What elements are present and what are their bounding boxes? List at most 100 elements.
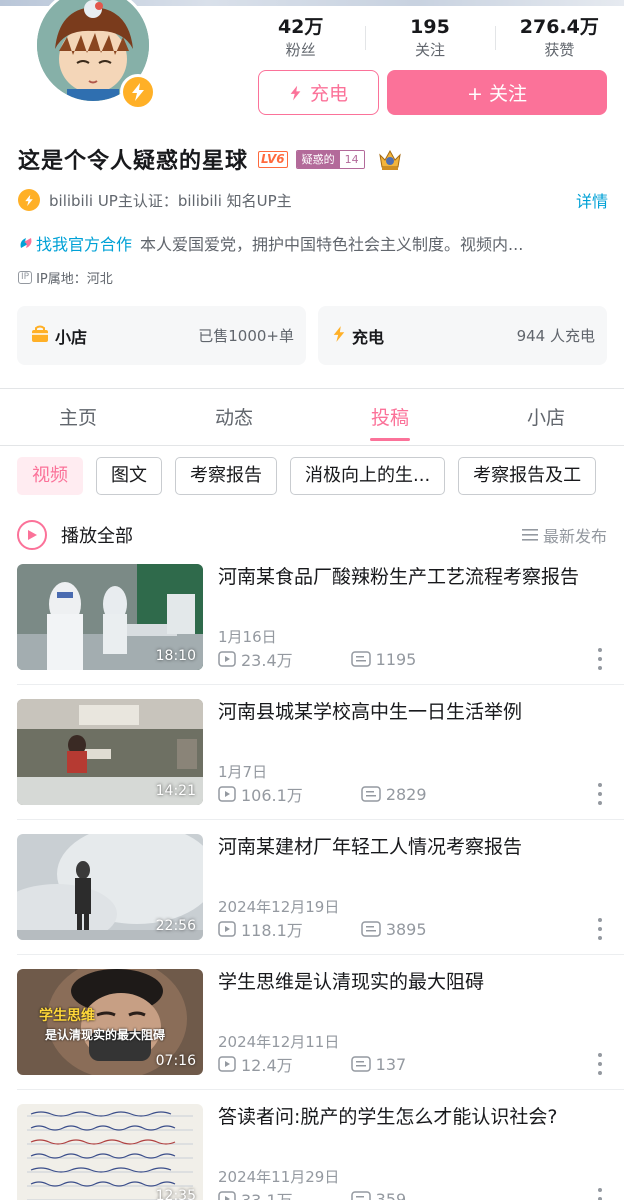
profile-name-row: 这是个令人疑惑的星球 LV6 疑惑的 14	[18, 142, 403, 176]
shop-card-info: 已售1000+单	[198, 327, 294, 345]
tab-dynamics[interactable]: 动态	[156, 392, 312, 445]
tab-shop[interactable]: 小店	[468, 392, 624, 445]
charge-card-info: 944 人充电	[516, 327, 595, 345]
play-count-icon	[218, 651, 236, 667]
video-views: 33.1万	[218, 1187, 293, 1200]
video-item[interactable]: 12:35 答读者问:脱产的学生怎么才能认识社会? 2024年11月29日 33…	[17, 1104, 624, 1200]
video-comments: 3895	[361, 920, 427, 939]
crown-icon[interactable]	[377, 146, 403, 172]
video-comments: 2829	[361, 785, 427, 804]
video-title[interactable]: 河南县城某学校高中生一日生活举例	[218, 699, 608, 725]
video-meta: 106.1万 2829	[218, 783, 427, 805]
video-meta: 33.1万 359	[218, 1188, 406, 1200]
video-item[interactable]: 18:10 河南某食品厂酸辣粉生产工艺流程考察报告 1月16日 23.4万 11…	[17, 564, 624, 670]
fan-medal[interactable]: 疑惑的 14	[295, 149, 365, 169]
more-options-icon[interactable]	[598, 1188, 604, 1200]
video-thumbnail[interactable]: 14:21	[17, 699, 203, 805]
video-duration: 18:10	[155, 648, 196, 664]
danmaku-icon	[350, 651, 371, 667]
contact-swirl-icon	[20, 238, 32, 248]
more-options-icon[interactable]	[598, 918, 604, 940]
video-meta: 118.1万 3895	[218, 918, 427, 940]
video-title[interactable]: 学生思维是认清现实的最大阻碍	[218, 969, 608, 995]
bio-text: 本人爱国爱党，拥护中国特色社会主义制度。视频内...	[140, 235, 524, 254]
video-title[interactable]: 河南某食品厂酸辣粉生产工艺流程考察报告	[218, 564, 608, 590]
danmaku-icon	[350, 1056, 371, 1072]
fan-medal-level: 14	[339, 150, 364, 168]
fan-medal-name: 疑惑的	[296, 150, 340, 168]
video-comments: 137	[350, 1055, 406, 1074]
play-count-icon	[218, 786, 236, 802]
more-options-icon[interactable]	[598, 783, 604, 805]
charge-button[interactable]: 充电	[258, 70, 379, 115]
divider	[17, 954, 624, 955]
verified-lightning-icon	[18, 189, 40, 211]
stat-value: 42万	[277, 16, 324, 38]
video-thumbnail[interactable]: 22:56	[17, 834, 203, 940]
charge-button-label: 充电	[309, 83, 348, 105]
chip-report[interactable]: 考察报告	[175, 457, 277, 495]
avatar[interactable]	[34, 0, 156, 110]
play-count-icon	[218, 1191, 236, 1200]
video-item[interactable]: 学生思维 是认清现实的最大阻碍 07:16 学生思维是认清现实的最大阻碍 202…	[17, 969, 624, 1075]
video-thumbnail[interactable]: 学生思维 是认清现实的最大阻碍 07:16	[17, 969, 203, 1075]
profile-tabs: 主页 动态 投稿 小店	[0, 392, 624, 446]
sort-button[interactable]: 最新发布	[521, 523, 607, 547]
play-count-icon	[218, 1056, 236, 1072]
lightning-icon	[289, 84, 302, 102]
video-thumbnail[interactable]: 12:35	[17, 1104, 203, 1200]
stat-value: 195	[410, 16, 450, 38]
stat-following[interactable]: 195 关注	[365, 14, 494, 64]
stat-likes[interactable]: 276.4万 获赞	[494, 14, 624, 64]
video-duration: 07:16	[155, 1053, 196, 1069]
stat-label: 粉丝	[285, 41, 316, 59]
stat-label: 关注	[414, 41, 445, 59]
video-thumbnail[interactable]: 18:10	[17, 564, 203, 670]
video-views-count: 23.4万	[241, 651, 293, 670]
more-options-icon[interactable]	[598, 1053, 604, 1075]
shop-card[interactable]: 小店 已售1000+单	[17, 306, 306, 365]
video-item[interactable]: 22:56 河南某建材厂年轻工人情况考察报告 2024年12月19日 118.1…	[17, 834, 624, 940]
divider	[17, 684, 624, 685]
verification-detail-link[interactable]: 详情	[576, 188, 608, 212]
tab-submissions[interactable]: 投稿	[312, 392, 468, 445]
username: 这是个令人疑惑的星球	[18, 149, 249, 174]
play-all-button[interactable]: 播放全部	[61, 522, 133, 548]
business-contact-link[interactable]: 找我官方合作	[18, 231, 132, 255]
chip-video[interactable]: 视频	[17, 457, 83, 495]
video-comments-count: 359	[375, 1189, 407, 1200]
video-title[interactable]: 答读者问:脱产的学生怎么才能认识社会?	[218, 1104, 608, 1130]
category-chips: 视频 图文 考察报告 消极向上的生... 考察报告及工	[17, 457, 624, 497]
video-meta: 23.4万 1195	[218, 648, 416, 670]
video-views-count: 33.1万	[241, 1187, 293, 1200]
video-date: 1月16日	[218, 628, 277, 646]
video-title[interactable]: 河南某建材厂年轻工人情况考察报告	[218, 834, 608, 860]
tab-home[interactable]: 主页	[0, 392, 156, 445]
video-date: 1月7日	[218, 763, 268, 781]
video-item[interactable]: 14:21 河南县城某学校高中生一日生活举例 1月7日 106.1万 2829	[17, 699, 624, 805]
stat-label: 获赞	[544, 41, 575, 59]
video-views-count: 106.1万	[241, 786, 303, 805]
video-views: 118.1万	[218, 917, 303, 941]
chip-collection[interactable]: 消极向上的生...	[290, 457, 446, 495]
bio-row[interactable]: 找我官方合作 本人爱国爱党，拥护中国特色社会主义制度。视频内...	[18, 231, 608, 255]
thumbnail-caption-2: 是认清现实的最大阻碍	[45, 1028, 166, 1042]
video-date: 2024年11月29日	[218, 1168, 340, 1186]
chip-article[interactable]: 图文	[96, 457, 162, 495]
follow-button[interactable]: + 关注	[387, 70, 607, 115]
stat-followers[interactable]: 42万 粉丝	[236, 14, 365, 64]
ip-location-text: IP属地：河北	[36, 271, 113, 287]
video-comments-count: 1195	[375, 649, 417, 669]
video-comments-count: 3895	[385, 919, 427, 939]
divider	[0, 388, 624, 389]
video-views: 106.1万	[218, 782, 303, 806]
chip-report-more[interactable]: 考察报告及工	[458, 457, 597, 495]
video-meta: 12.4万 137	[218, 1053, 406, 1075]
business-contact-label: 找我官方合作	[36, 235, 133, 254]
thumbnail-caption-1: 学生思维	[39, 1008, 95, 1024]
video-views: 23.4万	[218, 647, 293, 671]
more-options-icon[interactable]	[598, 648, 604, 670]
play-icon[interactable]	[17, 520, 47, 550]
charge-card[interactable]: 充电 944 人充电	[318, 306, 607, 365]
stat-value: 276.4万	[519, 16, 599, 38]
